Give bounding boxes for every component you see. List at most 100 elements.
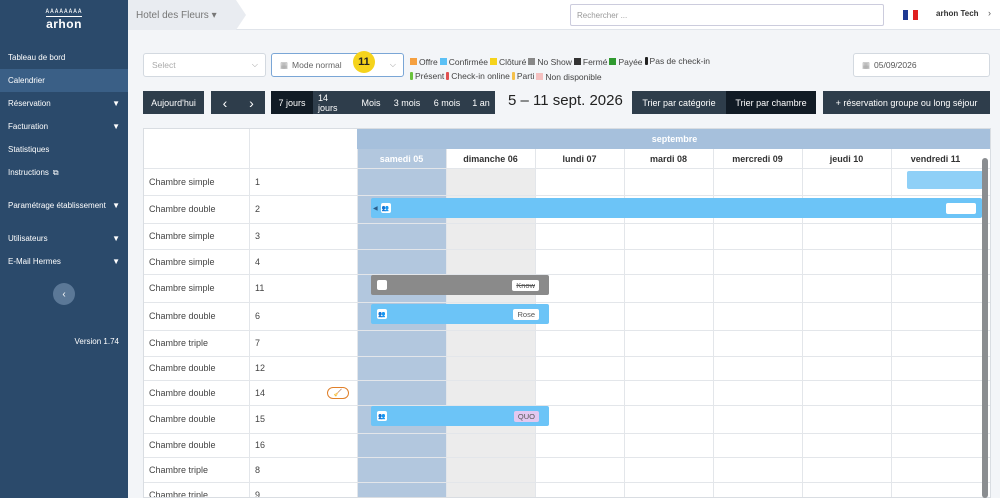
chevron-down-icon: ▼: [112, 201, 120, 210]
vertical-scrollbar[interactable]: [982, 158, 988, 498]
next-week-button[interactable]: ›: [238, 91, 265, 114]
legend-item: Non disponible: [536, 70, 602, 84]
guests-icon: 👥: [380, 203, 391, 213]
reservation-guest-label: QUO: [513, 411, 539, 422]
chevron-down-icon: ▼: [112, 257, 120, 266]
color-swatch: [536, 73, 544, 80]
chevron-down-icon: ⌵: [389, 60, 396, 69]
sidebar-item-billing[interactable]: Facturation ▼: [0, 115, 128, 138]
calendar-icon: ▦: [280, 59, 289, 70]
checkbox-icon: [377, 280, 387, 290]
grid-column-line: [249, 129, 250, 497]
range-1-year[interactable]: 1 an: [467, 91, 495, 114]
legend-label: Non disponible: [545, 71, 602, 82]
legend-label: Parti: [516, 71, 535, 81]
sidebar-item-email[interactable]: E-Mail Hermes ▼: [0, 250, 128, 273]
search-input[interactable]: Rechercher ...: [570, 4, 884, 26]
flag-stripe-red: [913, 10, 918, 20]
sidebar-item-users[interactable]: Utilisateurs ▼: [0, 227, 128, 250]
sidebar-item-instructions[interactable]: Instructions ⧉: [0, 161, 128, 184]
room-type: Chambre simple: [149, 176, 215, 187]
grid-row-line: [144, 249, 990, 250]
sidebar-item-dashboard[interactable]: Tableau de bord: [0, 46, 128, 69]
room-type: Chambre double: [149, 311, 216, 321]
person-icon: [644, 57, 648, 65]
sort-by-room-button[interactable]: Trier par chambre: [726, 91, 816, 114]
reservation-bar[interactable]: 👥 QUO: [371, 406, 549, 426]
day-header: vendredi 11: [910, 153, 961, 164]
room-type: Chambre simple: [149, 283, 215, 293]
reservation-bar[interactable]: Know: [371, 275, 549, 295]
cleaning-broom-icon[interactable]: 🧹: [327, 386, 349, 399]
sidebar-item-label: Tableau de bord: [8, 53, 66, 62]
range-6-months[interactable]: 6 mois: [427, 91, 467, 114]
sidebar-item-label: Réservation: [8, 99, 51, 108]
month-header: septembre: [357, 129, 990, 149]
calendar-icon: ▦: [862, 59, 871, 70]
room-number: 8: [255, 464, 261, 475]
color-swatch: [528, 58, 536, 65]
user-name[interactable]: arhon Tech: [936, 9, 979, 18]
legend-label: Check-in online: [451, 71, 510, 81]
room-number: 6: [255, 311, 261, 321]
sidebar-item-calendar[interactable]: Calendrier: [0, 69, 128, 92]
room-type: Chambre double: [149, 363, 216, 373]
sidebar-item-label: Statistiques: [8, 145, 50, 154]
grid-row-line: [144, 433, 990, 434]
chevron-right-icon: ›: [249, 94, 254, 111]
date-picker[interactable]: ▦ 05/09/2026: [853, 53, 990, 77]
sort-by-category-button[interactable]: Trier par catégorie: [632, 91, 726, 114]
grid-row-line: [144, 223, 990, 224]
group-reservation-button[interactable]: + réservation groupe ou long séjour: [823, 91, 990, 114]
chevron-left-icon: ‹: [62, 288, 66, 300]
mode-select[interactable]: ▦ Mode normal ⌵: [271, 53, 404, 77]
sidebar-item-reservation[interactable]: Réservation ▼: [0, 92, 128, 115]
sidebar-item-statistics[interactable]: Statistiques: [0, 138, 128, 161]
grid-row-line: [144, 274, 990, 275]
room-number: 4: [255, 256, 261, 267]
topbar: Hotel des Fleurs ▾ Rechercher ... arhon …: [128, 0, 1000, 30]
sidebar-item-label: Calendrier: [8, 76, 45, 85]
grid-row-line: [144, 380, 990, 381]
sidebar-item-settings[interactable]: Paramétrage établissement ▼: [0, 194, 128, 217]
collapse-sidebar-button[interactable]: ‹: [53, 283, 75, 305]
color-swatch: [410, 58, 417, 65]
search-placeholder: Rechercher ...: [577, 10, 628, 20]
sidebar-item-label: E-Mail Hermes: [8, 257, 61, 266]
today-button[interactable]: Aujourd'hui: [143, 91, 204, 114]
hotel-selector[interactable]: Hotel des Fleurs ▾: [128, 0, 246, 30]
room-type: Chambre triple: [149, 464, 209, 475]
room-number: 7: [255, 338, 261, 348]
room-number: 3: [255, 231, 261, 241]
category-select[interactable]: Select ⌵: [143, 53, 266, 77]
range-14-days[interactable]: 14 jours: [313, 91, 355, 114]
step-badge: 11: [353, 51, 375, 73]
legend-item: Offre: [410, 55, 438, 69]
select-placeholder: Select: [152, 60, 176, 70]
reservation-bar[interactable]: 👥 Rose: [371, 304, 549, 324]
prev-week-button[interactable]: ‹: [211, 91, 239, 114]
sidebar-item-label: Utilisateurs: [8, 234, 48, 243]
legend-label: Fermé: [582, 56, 608, 67]
range-7-days[interactable]: 7 jours: [271, 91, 313, 114]
room-number: 12: [255, 363, 266, 373]
reservation-bar[interactable]: [907, 171, 983, 189]
chevron-down-icon: ▼: [112, 234, 120, 243]
range-3-months[interactable]: 3 mois: [387, 91, 427, 114]
chevron-right-icon[interactable]: ›: [988, 8, 991, 18]
logo[interactable]: AAAAAAAA arhon: [0, 0, 128, 38]
reservation-bar[interactable]: ◀ 👥: [371, 198, 982, 218]
room-number: 11: [255, 283, 265, 293]
room-number: 2: [255, 204, 261, 214]
french-flag-icon[interactable]: [903, 10, 918, 20]
room-number: 16: [255, 440, 266, 450]
legend-label: No Show: [537, 56, 572, 67]
room-type: Chambre double: [149, 414, 216, 424]
day-header: mardi 08: [649, 153, 688, 164]
legend-item: Clôturé: [489, 55, 526, 69]
range-month[interactable]: Mois: [355, 91, 387, 114]
room-type: Chambre double: [149, 440, 216, 450]
color-swatch: [609, 58, 617, 65]
guests-icon: 👥: [377, 411, 387, 421]
reservation-guest-label: Know: [512, 280, 539, 291]
